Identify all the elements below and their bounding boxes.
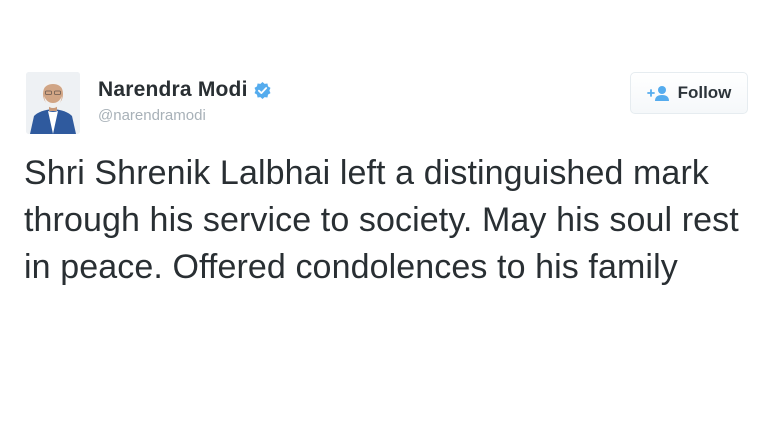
author-name[interactable]: Narendra Modi bbox=[98, 78, 248, 102]
add-user-icon bbox=[646, 84, 671, 102]
avatar[interactable] bbox=[26, 72, 80, 134]
verified-badge-icon bbox=[253, 81, 272, 100]
name-row: Narendra Modi bbox=[98, 78, 272, 102]
tweet-header: Narendra Modi @narendramodi bbox=[98, 78, 272, 124]
follow-label: Follow bbox=[677, 83, 732, 102]
author-handle[interactable]: @narendramodi bbox=[98, 107, 272, 124]
person-portrait-icon bbox=[26, 72, 80, 134]
tweet-text: Shri Shrenik Lalbhai left a distinguishe… bbox=[24, 154, 739, 286]
follow-button[interactable]: Follow bbox=[630, 72, 748, 114]
tweet-card: Narendra Modi @narendramodi Follow Shri … bbox=[0, 0, 780, 440]
